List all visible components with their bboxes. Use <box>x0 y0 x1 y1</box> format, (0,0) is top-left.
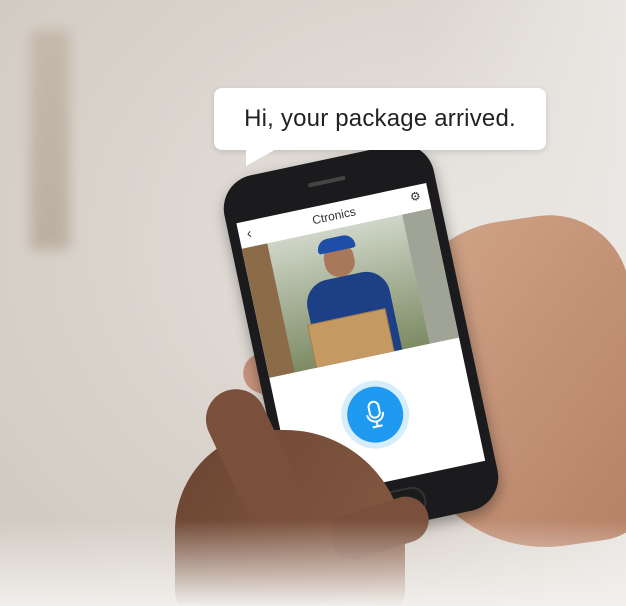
photo-scene: ‹ Ctronics ⚙ Hi, your package arrived. <box>0 0 626 606</box>
phone-speaker <box>307 175 346 188</box>
chevron-left-icon[interactable]: ‹ <box>245 225 253 242</box>
talk-button[interactable] <box>341 381 409 448</box>
gear-icon[interactable]: ⚙ <box>409 189 422 205</box>
background-blur <box>30 30 70 250</box>
bottom-fade <box>0 520 626 606</box>
app-title: Ctronics <box>310 204 357 228</box>
speech-bubble-text: Hi, your package arrived. <box>244 105 516 132</box>
microphone-icon <box>366 400 384 429</box>
speech-bubble: Hi, your package arrived. <box>214 88 546 150</box>
speech-bubble-tail <box>246 148 278 166</box>
